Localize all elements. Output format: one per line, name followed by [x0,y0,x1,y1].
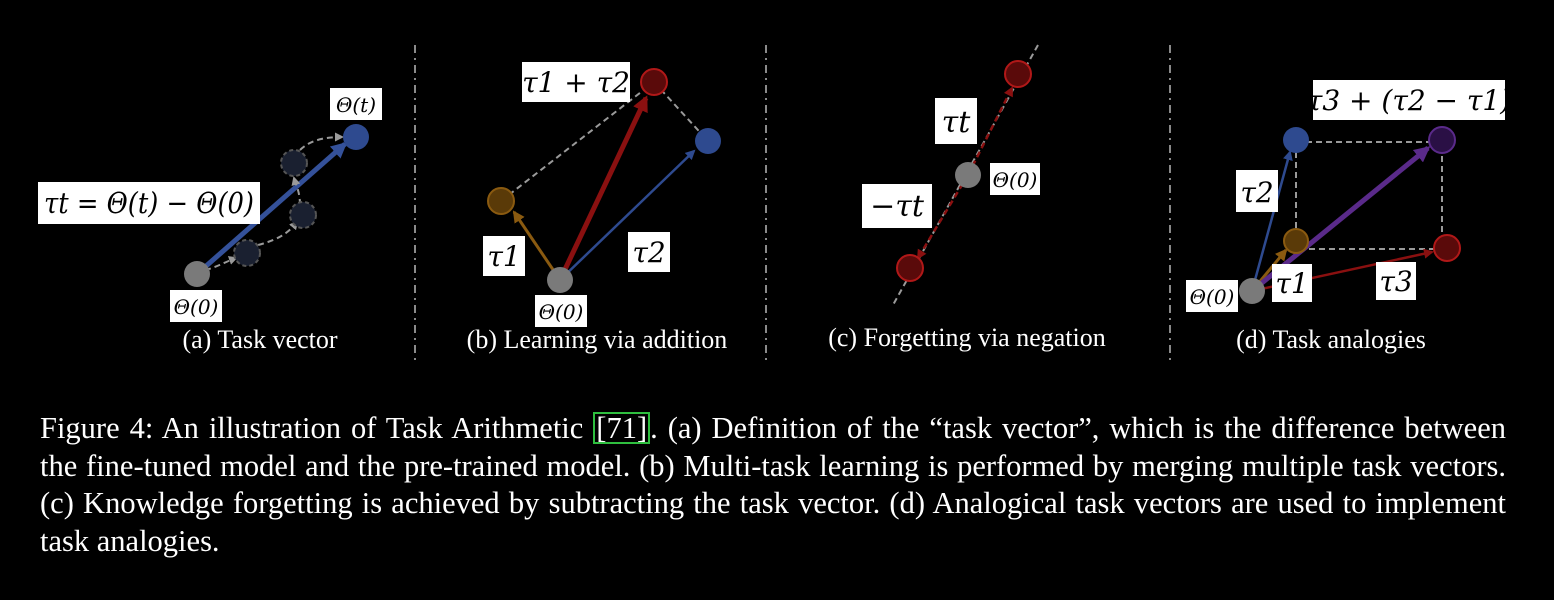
panel-a-caption: (a) Task vector [182,325,337,354]
task2-node [1283,127,1309,153]
merged-node [640,68,668,96]
sum-label: τ1 + τ2 [522,66,630,99]
caption-text-start: Figure 4: An illustration of Task Arithm… [40,411,594,445]
pretrained-node [547,267,573,293]
intermediate-node [289,201,317,229]
theta0-label: Θ(0) [993,168,1038,192]
intermediate-node [280,149,308,177]
neg-tau-t-label: −τt [870,189,925,224]
pretrained-node [955,162,981,188]
tau1-label: τ1 [487,240,520,273]
finetuned-node [1004,60,1032,88]
theta0-label: Θ(0) [174,295,219,319]
panel-d: τ3 + (τ2 − τ1) τ2 τ1 τ3 Θ(0) (d) Task an… [1186,80,1511,354]
analogy-label: τ3 + (τ2 − τ1) [1307,84,1511,117]
figure-caption: Figure 4: An illustration of Task Arithm… [40,410,1506,560]
pretrained-node [1239,278,1265,304]
panel-a: τt = Θ(t) − Θ(0) Θ(t) Θ(0) (a) Task vect… [38,88,382,354]
task-arithmetic-figure: τt = Θ(t) − Θ(0) Θ(t) Θ(0) (a) Task vect… [38,44,1511,362]
task1-node [487,187,515,215]
tau-t-label: τt [942,105,972,140]
intermediate-node [233,239,261,267]
tau1-label: τ1 [1275,267,1308,300]
panel-c-caption: (c) Forgetting via negation [828,323,1106,352]
panel-c: τt −τt Θ(0) (c) Forgetting via negation [828,44,1106,352]
theta0-label: Θ(0) [1190,285,1235,309]
finetune-path [299,132,344,151]
theta-t-label: Θ(t) [336,93,376,117]
pretrained-node [184,261,210,287]
finetuned-node [343,124,369,150]
task1-node [1283,228,1309,254]
analogy-node [1428,126,1456,154]
tau2-label: τ2 [632,236,665,269]
negated-node [896,254,924,282]
task2-node [695,128,721,154]
citation-link[interactable]: [71] [593,412,651,444]
tau2-arrow [559,149,696,281]
panel-d-caption: (d) Task analogies [1236,325,1426,354]
finetune-path [257,220,299,246]
tau3-label: τ3 [1379,265,1412,298]
task3-node [1433,234,1461,262]
theta0-label: Θ(0) [539,300,584,324]
task-vector-equation: τt = Θ(t) − Θ(0) [44,186,254,220]
panel-b-caption: (b) Learning via addition [467,325,728,354]
tau2-label: τ2 [1240,176,1273,209]
panel-b: τ1 + τ2 τ1 τ2 Θ(0) (b) Learning via addi… [467,62,728,354]
